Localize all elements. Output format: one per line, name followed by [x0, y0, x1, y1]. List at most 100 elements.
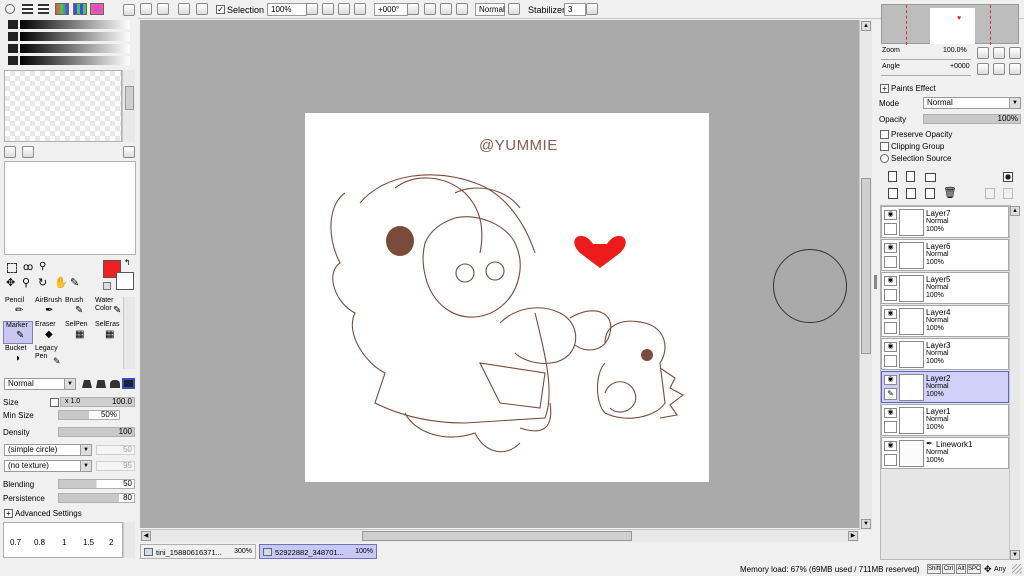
eye-icon[interactable]: ◉ — [884, 210, 897, 220]
color-mix-icon[interactable] — [55, 3, 69, 15]
size-slider[interactable]: x 1.0 100.0 — [60, 397, 135, 407]
brush-shape-dropdown[interactable]: (simple circle) ▼ — [4, 444, 92, 456]
nav-zoom-slider[interactable] — [881, 54, 971, 60]
rgb-sliders-icon[interactable] — [22, 4, 33, 14]
brush-size-preset-1[interactable]: 0.7 — [10, 538, 21, 548]
rotate-right-button[interactable] — [440, 3, 452, 15]
tool-selpen[interactable]: SelPen ▦ — [63, 321, 93, 344]
zoom-in-button[interactable] — [338, 3, 350, 15]
swap-colors-icon[interactable]: ↰ — [124, 259, 131, 267]
rotation-dropdown-button[interactable] — [407, 3, 419, 15]
clear-layer-icon[interactable] — [925, 188, 935, 199]
scroll-right-button[interactable]: ▶ — [848, 531, 858, 541]
edge-hard-icon[interactable] — [82, 380, 92, 388]
scroll-up-button[interactable]: ▲ — [861, 21, 871, 31]
nav-rotate-right-button[interactable] — [993, 63, 1005, 75]
panel-splitter-handle[interactable] — [874, 275, 877, 289]
edge-medium-icon[interactable] — [96, 380, 106, 388]
layer-panel-menu-icon[interactable] — [1003, 172, 1013, 182]
layer-lock-box[interactable] — [884, 421, 897, 433]
transfer-down-icon[interactable] — [906, 188, 916, 199]
eye-icon[interactable]: ◉ — [884, 375, 897, 385]
gray-slider-3[interactable] — [8, 44, 18, 53]
scratchpad-menu-button[interactable] — [123, 146, 135, 158]
layer-row-selected[interactable]: ◉ ✎ Layer2 Normal 100% — [881, 371, 1009, 403]
new-linework-layer-icon[interactable] — [906, 171, 915, 182]
zoom-dropdown-button[interactable] — [306, 3, 318, 15]
hand-icon[interactable]: ✋ — [54, 278, 68, 289]
layer-row[interactable]: ◉ Layer4 Normal 100% — [881, 305, 1009, 337]
tool-scrollbar[interactable] — [123, 297, 135, 369]
layer-row[interactable]: ◉ Layer3 Normal 100% — [881, 338, 1009, 370]
eyedropper-icon[interactable]: ✎ — [70, 278, 79, 289]
layer-lock-box[interactable] — [884, 322, 897, 334]
scratchpad-button-1[interactable] — [4, 146, 16, 158]
eye-icon[interactable]: ◉ — [884, 408, 897, 418]
canvas-vertical-scrollbar[interactable]: ▲ ▼ — [859, 20, 872, 530]
move-icon[interactable]: ✥ — [6, 278, 15, 289]
nav-zoom-out-button[interactable] — [977, 47, 989, 59]
gray-slider-1[interactable] — [8, 20, 18, 29]
tool-eraser[interactable]: Eraser ◆ — [33, 321, 63, 344]
gradient-slider-3[interactable] — [20, 44, 130, 53]
layer-lock-box[interactable] — [884, 223, 897, 235]
deselect-button[interactable] — [178, 3, 190, 15]
new-layer-icon[interactable] — [888, 171, 897, 182]
brush-size-preset-2[interactable]: 0.8 — [34, 538, 45, 548]
texture-dropdown[interactable]: (no texture) ▼ — [4, 460, 92, 472]
flip-button[interactable] — [508, 3, 520, 15]
layer-lock-box[interactable] — [884, 454, 897, 466]
stabilizer-dropdown-button[interactable] — [586, 3, 598, 15]
new-folder-icon[interactable] — [925, 173, 936, 182]
eye-icon[interactable]: ◉ — [884, 309, 897, 319]
color-swatch-area[interactable] — [4, 70, 122, 142]
tool-watercolor[interactable]: Water Color ✎ — [93, 297, 123, 320]
merge-down-icon[interactable] — [888, 188, 898, 199]
invert-selection-button[interactable] — [196, 3, 208, 15]
edge-flat-icon[interactable] — [122, 378, 135, 389]
zoom-reset-button[interactable] — [354, 3, 366, 15]
gradient-slider-2[interactable] — [20, 32, 130, 41]
horizontal-scroll-thumb[interactable] — [362, 531, 632, 541]
eye-icon[interactable]: ◉ — [884, 276, 897, 286]
stabilizer-field[interactable]: 3 — [564, 3, 586, 16]
brush-mode-dropdown[interactable]: Normal ▼ — [4, 378, 76, 390]
size-lock-checkbox[interactable] — [50, 398, 59, 407]
secondary-color-swatch[interactable] — [116, 272, 134, 290]
eye-icon[interactable]: ◉ — [884, 441, 897, 451]
color-wheel-icon[interactable] — [5, 4, 15, 14]
hsv-sliders-icon[interactable] — [38, 4, 49, 14]
rotation-field[interactable]: +000° — [374, 3, 408, 16]
layer-row[interactable]: ◉ Layer5 Normal 100% — [881, 272, 1009, 304]
tool-brush[interactable]: Brush ✎ — [63, 297, 93, 320]
layer-row[interactable]: ◉ Layer7 Normal 100% — [881, 206, 1009, 238]
eye-icon[interactable]: ◉ — [884, 243, 897, 253]
nav-zoom-in-button[interactable] — [993, 47, 1005, 59]
canvas-horizontal-scrollbar[interactable]: ◀ ▶ — [140, 529, 859, 542]
tool-pencil[interactable]: Pencil ✏ — [3, 297, 33, 320]
undo-button[interactable] — [140, 3, 152, 15]
resize-grip[interactable] — [1012, 564, 1022, 574]
paints-effect-plus-icon[interactable]: + — [880, 84, 889, 93]
swatch-scrollbar[interactable] — [122, 70, 135, 142]
eye-icon[interactable]: ◉ — [884, 342, 897, 352]
brush-size-preset-3[interactable]: 1 — [62, 538, 66, 548]
scroll-down-button[interactable]: ▼ — [861, 519, 871, 529]
nav-angle-slider[interactable] — [881, 70, 971, 76]
palette-icon[interactable] — [90, 3, 104, 15]
rect-select-icon[interactable] — [7, 263, 17, 273]
rotate-left-button[interactable] — [424, 3, 436, 15]
lasso-icon[interactable]: ꝏ — [23, 263, 33, 273]
preserve-opacity-checkbox[interactable] — [880, 130, 889, 139]
tool-airbrush[interactable]: AirBrush ✒ — [33, 297, 63, 320]
scratchpad-button-2[interactable] — [22, 146, 34, 158]
persistence-slider[interactable]: 80 — [58, 493, 135, 503]
vertical-scroll-thumb[interactable] — [861, 178, 871, 354]
layer-lock-box[interactable] — [884, 355, 897, 367]
navigator-preview[interactable]: ♥ — [881, 4, 1019, 45]
scroll-up-button[interactable]: ▲ — [1010, 206, 1020, 216]
selection-checkbox[interactable]: ✓ — [216, 5, 225, 14]
advanced-settings-label[interactable]: Advanced Settings — [15, 509, 82, 519]
document-tab-2[interactable]: 52922882_348701... 100% — [259, 544, 377, 559]
pen-icon[interactable]: ✎ — [884, 388, 897, 400]
